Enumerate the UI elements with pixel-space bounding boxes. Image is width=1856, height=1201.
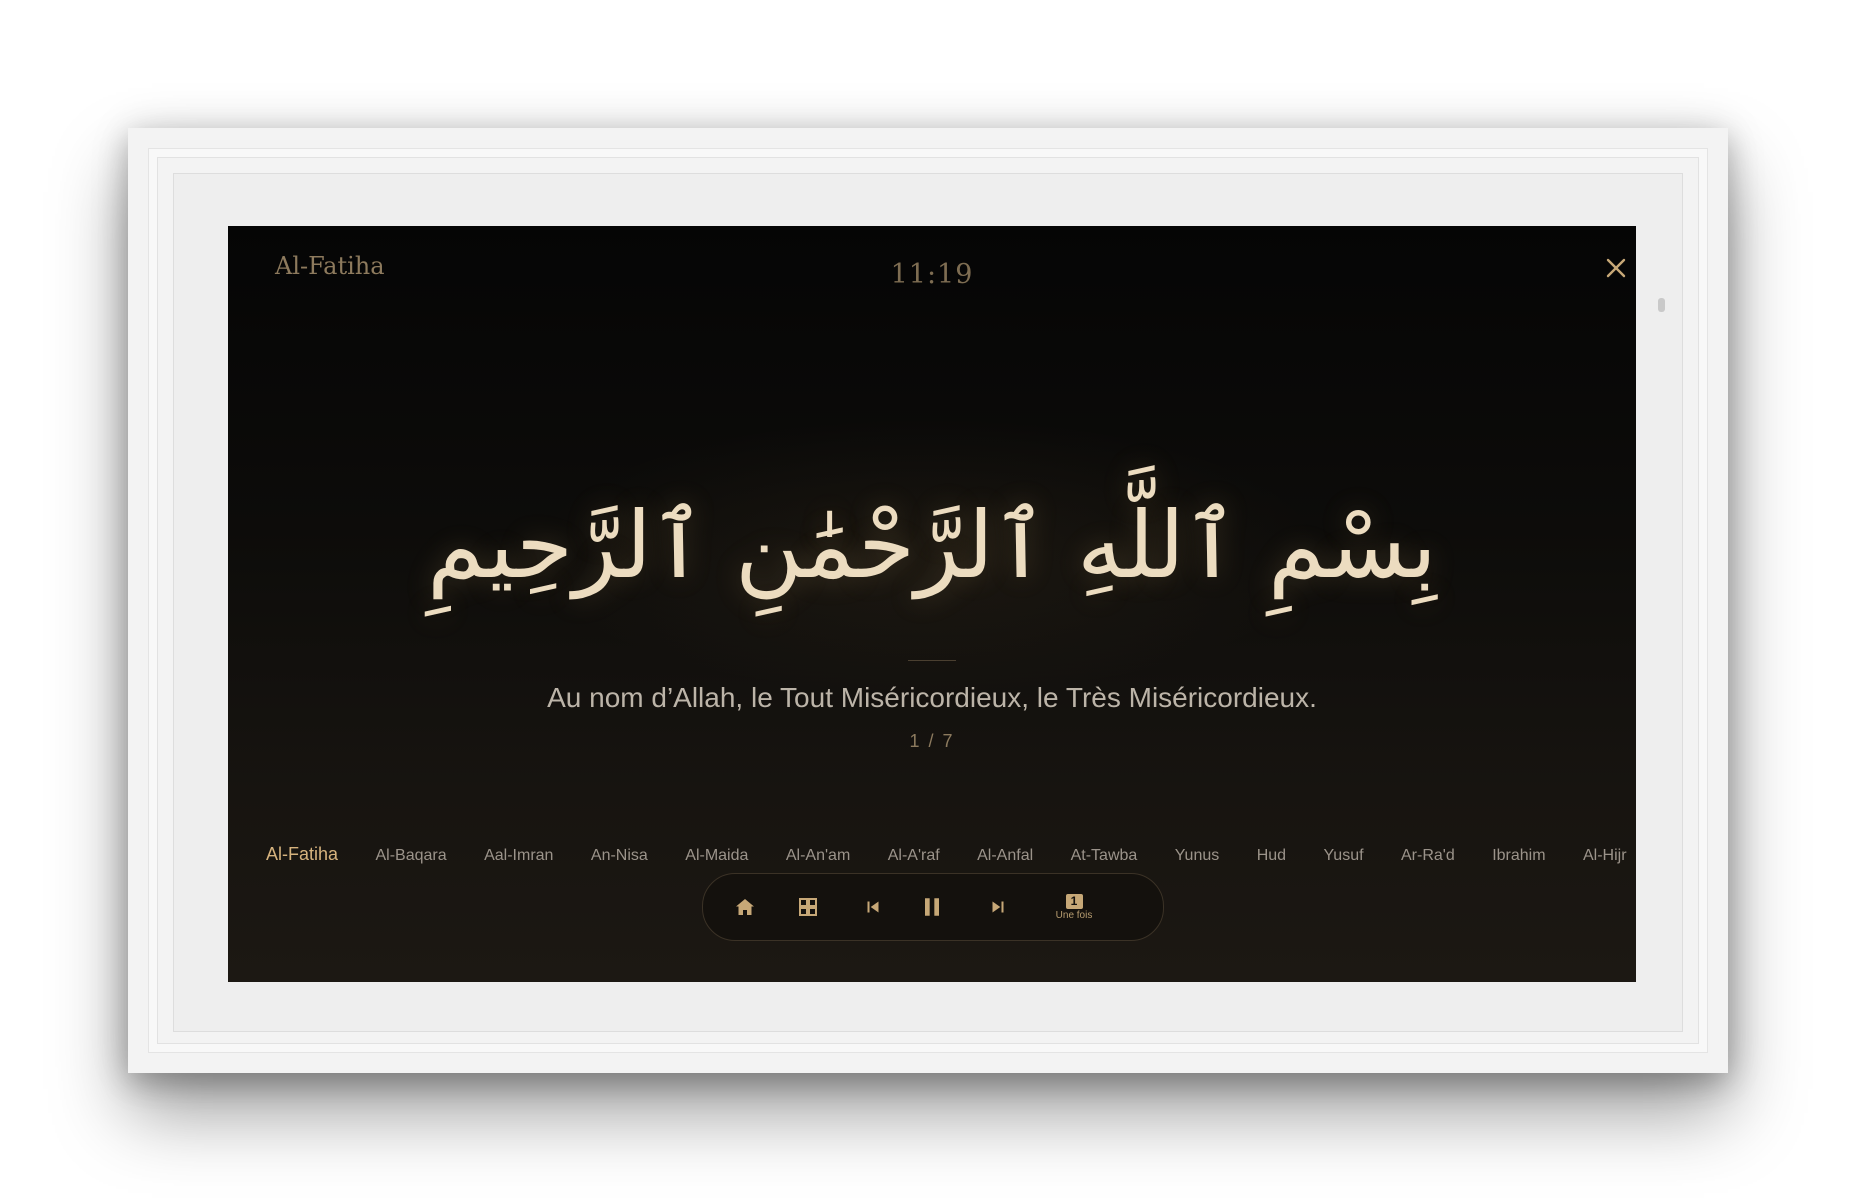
surah-item[interactable]: Al-Anfal	[977, 847, 1033, 865]
playback-controls: 1 Une fois	[702, 873, 1164, 941]
verse-divider	[908, 660, 956, 661]
repeat-mode-button[interactable]: 1 Une fois	[1049, 890, 1099, 921]
surah-item[interactable]: Aal-Imran	[484, 847, 553, 865]
surah-item[interactable]: At-Tawba	[1071, 847, 1138, 865]
previous-button[interactable]	[850, 884, 896, 930]
home-button[interactable]	[722, 884, 768, 930]
picture-frame: Al-Fatiha 11:19 بِسْمِ ٱللَّهِ ٱلرَّحْمَ…	[128, 128, 1728, 1073]
surah-item[interactable]: Al-Fatiha	[266, 844, 338, 865]
verse-translation: Au nom d’Allah, le Tout Miséricordieux, …	[547, 682, 1317, 713]
close-icon	[1606, 258, 1626, 278]
surah-item[interactable]: Al-Maida	[685, 847, 748, 865]
close-button[interactable]	[1600, 252, 1632, 284]
display-screen: Al-Fatiha 11:19 بِسْمِ ٱللَّهِ ٱلرَّحْمَ…	[228, 226, 1636, 982]
surah-item[interactable]: Ibrahim	[1492, 847, 1545, 865]
surah-item[interactable]: Al-Hijr	[1583, 847, 1627, 865]
home-icon	[736, 899, 754, 915]
repeat-label: Une fois	[1055, 910, 1093, 921]
frame-side-button[interactable]	[1658, 298, 1665, 312]
surah-item[interactable]: Al-Baqara	[375, 847, 446, 865]
surah-item[interactable]: Al-A'raf	[888, 847, 940, 865]
surah-item[interactable]: An-Nisa	[591, 847, 648, 865]
repeat-count: 1	[1065, 894, 1083, 909]
skip-previous-icon	[867, 901, 879, 913]
surah-item[interactable]: Al-An'am	[786, 847, 850, 865]
skip-next-icon	[992, 901, 1004, 913]
grid-button[interactable]	[785, 884, 831, 930]
pause-icon	[925, 898, 939, 916]
surah-item[interactable]: Ar-Ra'd	[1401, 847, 1455, 865]
next-button[interactable]	[975, 884, 1021, 930]
grid-icon	[799, 898, 817, 916]
verse-counter: 1 / 7	[909, 731, 955, 751]
surah-item[interactable]: Hud	[1257, 847, 1286, 865]
clock: 11:19	[890, 259, 974, 290]
pause-button[interactable]	[909, 884, 955, 930]
surah-item[interactable]: Yunus	[1175, 847, 1219, 865]
verse-arabic: بِسْمِ ٱللَّهِ ٱلرَّحْمَٰنِ ٱلرَّحِيمِ	[427, 492, 1437, 599]
surah-item[interactable]: Yusuf	[1324, 847, 1364, 865]
